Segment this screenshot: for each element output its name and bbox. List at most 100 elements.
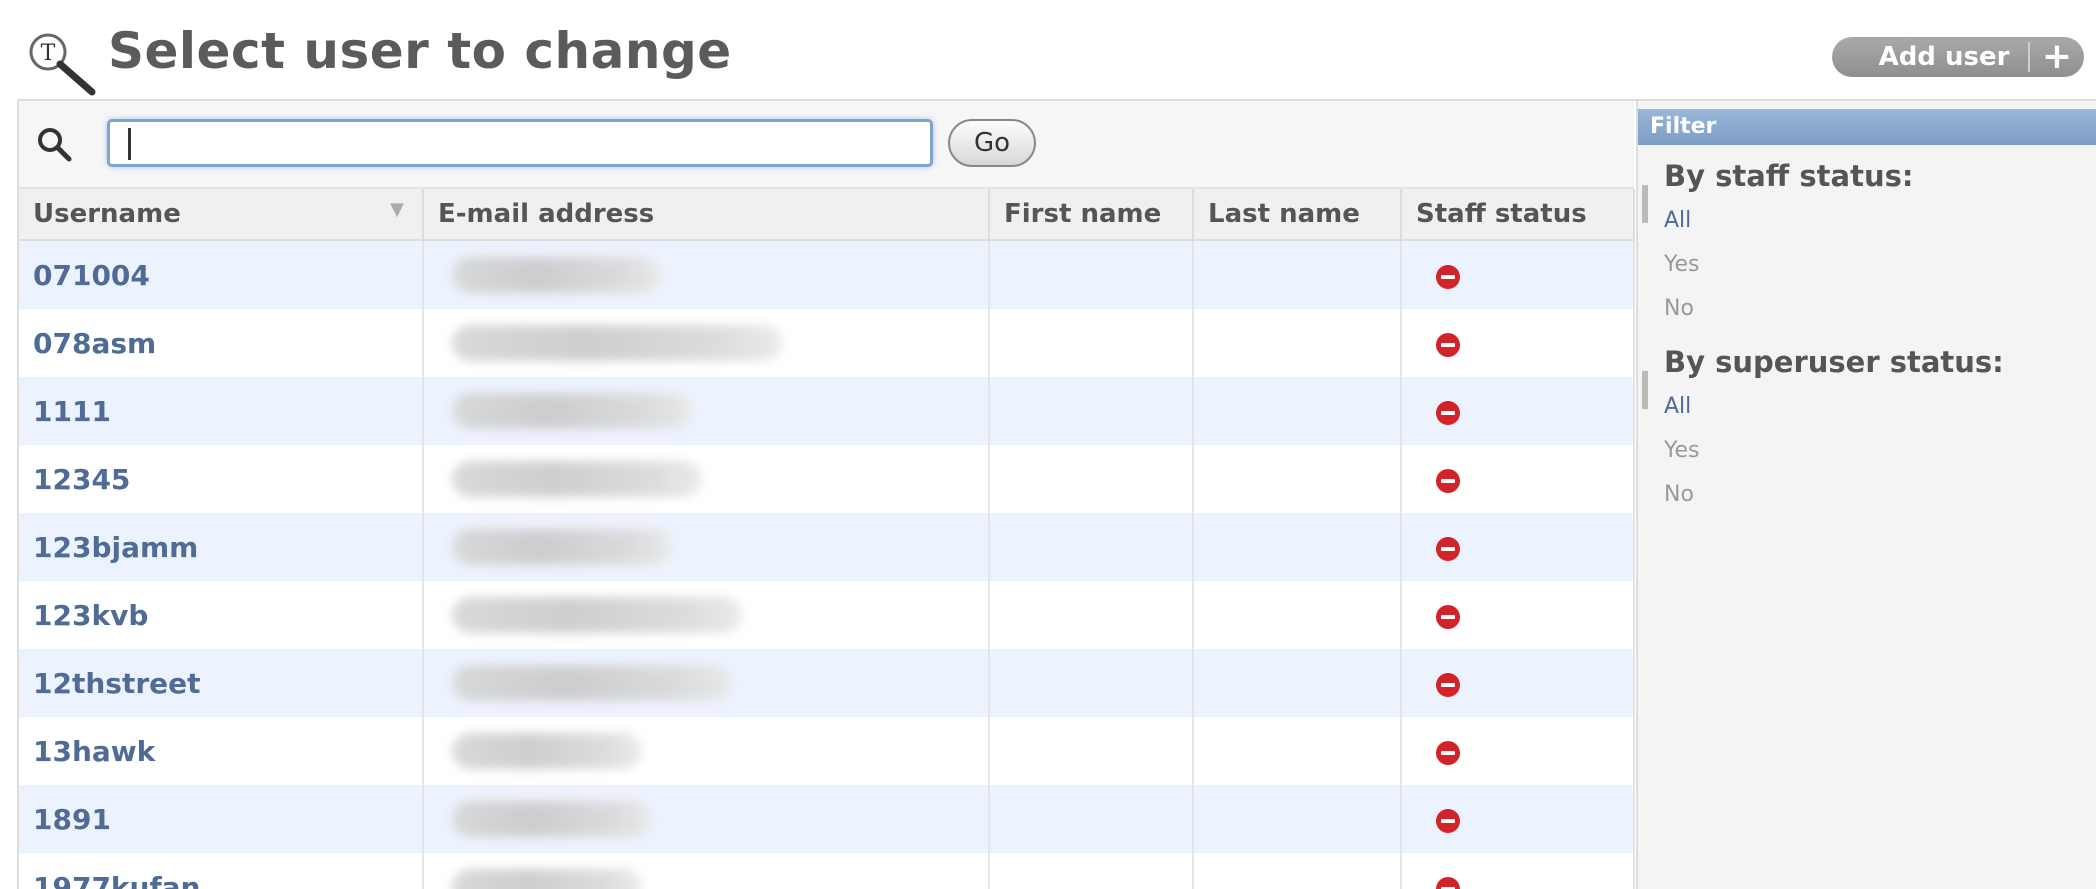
table-row: 071004: [19, 240, 1635, 309]
first-name-cell: [989, 445, 1194, 513]
filter-option-staff-all[interactable]: All: [1638, 185, 2096, 243]
email-cell: [423, 309, 990, 377]
username-link[interactable]: 123kvb: [33, 599, 148, 632]
last-name-cell: [1193, 717, 1402, 785]
redacted-email: [452, 393, 692, 429]
column-header-staff-status[interactable]: Staff status: [1401, 189, 1635, 241]
table-row: 078asm: [19, 309, 1635, 377]
go-button[interactable]: Go: [948, 119, 1036, 167]
username-cell: 123bjamm: [19, 513, 424, 581]
filter-option-staff-yes[interactable]: Yes: [1638, 243, 2096, 287]
status-no-icon: [1436, 468, 1460, 493]
username-link[interactable]: 1891: [33, 803, 111, 836]
email-cell: [423, 853, 990, 889]
first-name-cell: [989, 785, 1194, 853]
add-user-button[interactable]: Add user +: [1832, 37, 2084, 77]
filter-header: Filter: [1638, 109, 2096, 145]
redacted-email: [452, 597, 742, 633]
email-cell: [423, 445, 990, 513]
first-name-cell: [989, 717, 1194, 785]
changelist: Go Username ▼ E-mail address First name L…: [17, 99, 2096, 889]
staff-status-cell: [1401, 377, 1635, 445]
filter-list-superuser: All Yes No: [1638, 371, 2096, 517]
admin-page: T Select user to change Add user + Go Us…: [0, 0, 2096, 889]
status-no-icon: [1436, 332, 1460, 357]
filter-option-superuser-all[interactable]: All: [1638, 371, 2096, 429]
first-name-cell: [989, 853, 1194, 889]
username-link[interactable]: 12thstreet: [33, 667, 201, 700]
status-no-icon: [1436, 672, 1460, 697]
last-name-cell: [1193, 445, 1402, 513]
last-name-cell: [1193, 581, 1402, 649]
staff-status-cell: [1401, 581, 1635, 649]
last-name-cell: [1193, 240, 1402, 309]
username-cell: 071004: [19, 240, 424, 309]
sort-desc-icon[interactable]: ▼: [390, 199, 404, 220]
username-link[interactable]: 1111: [33, 395, 111, 428]
email-cell: [423, 513, 990, 581]
table-row: 13hawk: [19, 717, 1635, 785]
staff-status-cell: [1401, 240, 1635, 309]
column-header-last-name[interactable]: Last name: [1193, 189, 1402, 241]
username-cell: 13hawk: [19, 717, 424, 785]
email-cell: [423, 377, 990, 445]
username-link[interactable]: 123bjamm: [33, 531, 198, 564]
staff-status-cell: [1401, 513, 1635, 581]
add-user-label: Add user: [1878, 42, 2010, 72]
staff-status-cell: [1401, 445, 1635, 513]
redacted-email: [452, 529, 672, 565]
email-cell: [423, 785, 990, 853]
filter-list-staff: All Yes No: [1638, 185, 2096, 331]
username-cell: 1891: [19, 785, 424, 853]
username-link[interactable]: 13hawk: [33, 735, 155, 768]
results-table: Username ▼ E-mail address First name Last…: [19, 189, 1635, 889]
filter-group-title: By superuser status:: [1664, 345, 2004, 379]
column-header-username[interactable]: Username ▼: [19, 189, 424, 241]
last-name-cell: [1193, 309, 1402, 377]
plus-icon: +: [2041, 36, 2073, 77]
filter-option-staff-no[interactable]: No: [1638, 287, 2096, 331]
first-name-cell: [989, 513, 1194, 581]
svg-text:T: T: [41, 41, 56, 66]
first-name-cell: [989, 377, 1194, 445]
filter-option-superuser-no[interactable]: No: [1638, 473, 2096, 517]
status-no-icon: [1436, 604, 1460, 629]
first-name-cell: [989, 649, 1194, 717]
last-name-cell: [1193, 785, 1402, 853]
first-name-cell: [989, 309, 1194, 377]
staff-status-cell: [1401, 785, 1635, 853]
filter-option-superuser-yes[interactable]: Yes: [1638, 429, 2096, 473]
column-header-email[interactable]: E-mail address: [423, 189, 990, 241]
column-header-first-name[interactable]: First name: [989, 189, 1194, 241]
redacted-email: [452, 325, 782, 361]
status-no-icon: [1436, 808, 1460, 833]
redacted-email: [452, 257, 662, 293]
username-cell: 078asm: [19, 309, 424, 377]
username-link[interactable]: 12345: [33, 463, 130, 496]
status-no-icon: [1436, 400, 1460, 425]
last-name-cell: [1193, 853, 1402, 889]
username-cell: 12345: [19, 445, 424, 513]
filter-sidebar: Filter By staff status: All Yes No By su…: [1636, 101, 2096, 889]
email-cell: [423, 717, 990, 785]
username-cell: 12thstreet: [19, 649, 424, 717]
last-name-cell: [1193, 377, 1402, 445]
search-input[interactable]: [107, 119, 933, 167]
table-row: 1977kufan: [19, 853, 1635, 889]
username-link[interactable]: 078asm: [33, 327, 156, 360]
username-link[interactable]: 071004: [33, 259, 150, 292]
staff-status-cell: [1401, 309, 1635, 377]
redacted-email: [452, 801, 652, 837]
staff-status-cell: [1401, 853, 1635, 889]
first-name-cell: [989, 581, 1194, 649]
username-link[interactable]: 1977kufan: [33, 871, 201, 889]
table-header-row: Username ▼ E-mail address First name Last…: [19, 189, 1635, 241]
page-title: Select user to change: [108, 22, 732, 80]
text-cursor: [128, 128, 131, 160]
redacted-email: [452, 665, 732, 701]
first-name-cell: [989, 240, 1194, 309]
table-row: 123bjamm: [19, 513, 1635, 581]
username-cell: 1977kufan: [19, 853, 424, 889]
staff-status-cell: [1401, 717, 1635, 785]
table-row: 12thstreet: [19, 649, 1635, 717]
